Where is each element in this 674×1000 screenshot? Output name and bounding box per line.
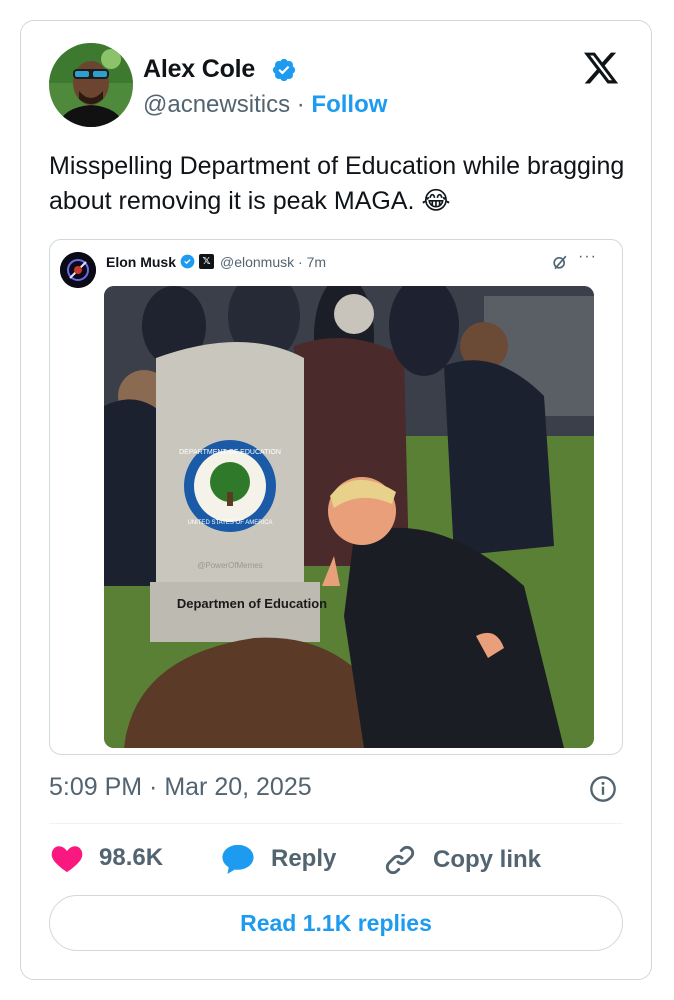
quoted-author-avatar[interactable] — [60, 252, 96, 288]
author-name[interactable]: Alex Cole — [143, 55, 255, 84]
quoted-tweet[interactable]: Elon Musk 𝕏 @elonmusk · 7m ··· DEPARTMEN… — [49, 239, 623, 755]
copy-link-label: Copy link — [433, 846, 542, 873]
reply-button[interactable]: Reply — [221, 843, 336, 875]
read-replies-button[interactable]: Read 1.1K replies — [49, 895, 623, 951]
speech-bubble-icon — [222, 844, 254, 874]
author-avatar[interactable] — [49, 43, 133, 127]
heart-icon — [51, 846, 83, 873]
headstone-text: Departmen of Education — [177, 596, 327, 611]
grok-icon[interactable] — [550, 252, 570, 272]
quoted-author-handle[interactable]: @elonmusk — [220, 254, 294, 270]
info-icon[interactable] — [589, 775, 617, 803]
quoted-handle-time: @elonmusk · 7m — [220, 254, 326, 270]
verified-badge-icon — [272, 58, 296, 82]
tweet-text: Misspelling Department of Education whil… — [49, 152, 625, 215]
separator: · — [296, 91, 305, 118]
reply-label: Reply — [271, 845, 337, 872]
quoted-time: · 7m — [298, 254, 327, 270]
quoted-meme-image[interactable]: DEPARTMENT OF EDUCATION UNITED STATES OF… — [104, 286, 594, 748]
copy-link-button[interactable]: Copy link — [383, 843, 541, 877]
link-icon — [385, 845, 415, 875]
author-handle[interactable]: @acnewsitics — [143, 91, 290, 118]
watermark-text: @PowerOfMemes — [197, 561, 262, 570]
seal-top-text: DEPARTMENT OF EDUCATION — [179, 449, 281, 456]
like-count: 98.6K — [99, 844, 164, 871]
like-button[interactable]: 98.6K — [51, 843, 163, 873]
x-logo-icon[interactable] — [581, 49, 621, 87]
follow-button[interactable]: Follow — [311, 91, 387, 118]
more-icon[interactable]: ··· — [578, 248, 597, 266]
author-handle-row: @acnewsitics · Follow — [143, 91, 387, 119]
verified-badge-icon — [180, 254, 195, 269]
divider — [49, 823, 623, 824]
tweet-timestamp[interactable]: 5:09 PM · Mar 20, 2025 — [49, 773, 312, 802]
seal-bottom-text: UNITED STATES OF AMERICA — [187, 520, 272, 526]
quoted-author-name[interactable]: Elon Musk — [106, 254, 176, 270]
embedded-tweet-card: Alex Cole @acnewsitics · Follow Misspell… — [20, 20, 652, 980]
x-affiliate-badge-icon: 𝕏 — [199, 254, 214, 269]
